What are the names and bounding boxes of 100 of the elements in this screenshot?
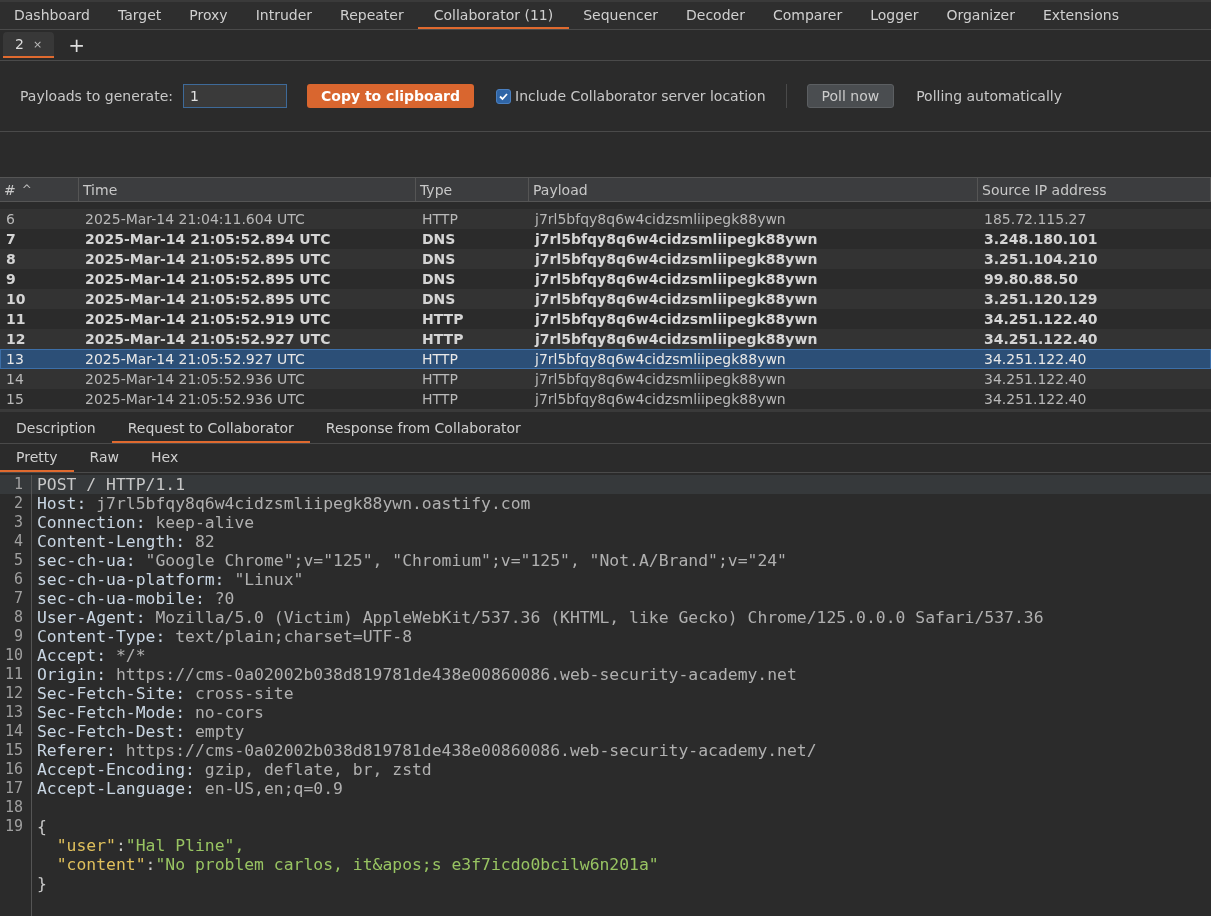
interaction-row[interactable]: 13 2025-Mar-14 21:05:52.927 UTC HTTP j7rl5bfqy8q6w4cidzsmliipegk88ywn 34.251.122.40 [0, 349, 1211, 369]
line-number: 8 [13, 608, 23, 627]
table-cell-text: 13 [5, 351, 25, 367]
table-cell-text: 12 [5, 331, 27, 347]
code-line: Host: j7rl5bfqy8q6w4cidzsmliipegk88ywn.oastify.com [36, 494, 531, 513]
session-tab[interactable]: 2 × [3, 32, 55, 58]
detail-tab[interactable]: Request to Collaborator [111, 415, 310, 443]
view-tab[interactable]: Raw [73, 444, 135, 472]
interaction-row[interactable]: 14 2025-Mar-14 21:05:52.936 UTC HTTP j7rl5bfqy8q6w4cidzsmliipegk88ywn 34.251.122.40 [0, 369, 1211, 389]
poll-now-button[interactable]: Poll now [806, 84, 895, 108]
view-tab[interactable]: Pretty [0, 444, 74, 472]
table-cell-text: HTTP [421, 391, 459, 407]
column-header[interactable]: Payload [529, 178, 978, 201]
main-tab[interactable]: Comparer [758, 2, 857, 29]
main-tab[interactable]: Dashboard [0, 2, 104, 29]
main-tab[interactable]: Target [103, 2, 176, 29]
main-tab[interactable]: Organizer [932, 2, 1029, 29]
line-number: 10 [4, 646, 23, 665]
line-number: 11 [4, 665, 23, 684]
line-number: 14 [4, 722, 23, 741]
table-cell-text: 34.251.122.40 [983, 391, 1088, 407]
table-cell-text: j7rl5bfqy8q6w4cidzsmliipegk88ywn [533, 351, 787, 367]
table-cell-text: HTTP [421, 211, 459, 227]
table-cell-text: 2025-Mar-14 21:05:52.895 UTC [84, 271, 332, 287]
line-number: 3 [13, 513, 23, 532]
column-header[interactable]: Type [416, 178, 529, 201]
code-line: Sec-Fetch-Mode: no-cors [36, 703, 264, 722]
interaction-row[interactable]: 8 2025-Mar-14 21:05:52.895 UTC DNS j7rl5bfqy8q6w4cidzsmliipegk88ywn 3.251.104.210 [0, 249, 1211, 269]
table-cell-text: 2025-Mar-14 21:05:52.894 UTC [84, 231, 332, 247]
main-tab[interactable]: Collaborator (11) [417, 2, 570, 29]
table-cell-text: 2025-Mar-14 21:05:52.919 UTC [84, 311, 332, 327]
column-title: Source IP address [982, 181, 1107, 198]
main-tab[interactable]: Decoder [672, 2, 759, 29]
table-cell-text: j7rl5bfqy8q6w4cidzsmliipegk88ywn [533, 331, 819, 347]
table-cell-text: DNS [421, 291, 457, 307]
code-line: Referer: https://cms-0a02002b038d819781de438e00860086.web-security-academy.net/ [36, 741, 817, 760]
table-cell-text: j7rl5bfqy8q6w4cidzsmliipegk88ywn [533, 211, 787, 227]
close-tab-button[interactable]: × [32, 37, 43, 51]
line-number: 6 [13, 570, 23, 589]
main-tab[interactable]: Extensions [1028, 2, 1133, 29]
column-header[interactable]: Source IP address [978, 178, 1211, 201]
column-title: # [4, 181, 16, 198]
code-line: Content-Length: 82 [36, 532, 215, 551]
table-cell-text: j7rl5bfqy8q6w4cidzsmliipegk88ywn [533, 391, 787, 407]
main-tab[interactable]: Logger [856, 2, 933, 29]
table-cell-text: 2025-Mar-14 21:04:11.604 UTC [84, 211, 306, 227]
table-cell-text: DNS [421, 271, 457, 287]
code-line: Sec-Fetch-Dest: empty [36, 722, 245, 741]
line-number: 18 [4, 798, 23, 817]
main-tab[interactable]: Sequencer [569, 2, 672, 29]
detail-tab[interactable]: Response from Collaborator [309, 415, 537, 443]
line-number: 15 [4, 741, 23, 760]
table-cell-text: 11 [5, 311, 27, 327]
line-number: 9 [13, 627, 23, 646]
column-header[interactable]: Time [79, 178, 416, 201]
code-line: "user":"Hal Pline", [55, 836, 245, 855]
code-line: Origin: https://cms-0a02002b038d819781de438e00860086.web-security-academy.net [36, 665, 797, 684]
table-cell-text: 185.72.115.27 [983, 211, 1088, 227]
table-cell-text: HTTP [421, 371, 459, 387]
code-line: } [36, 874, 47, 893]
line-number: 5 [13, 551, 23, 570]
line-number: 1 [13, 475, 23, 494]
table-cell-text: HTTP [421, 311, 465, 327]
line-number: 12 [4, 684, 23, 703]
code-line: { [36, 817, 47, 836]
column-title: Time [83, 181, 118, 198]
copy-to-clipboard-button[interactable]: Copy to clipboard [307, 84, 475, 108]
code-line: "content":"No problem carlos, it&apos;s e3f7icdo0bcilw6n201a" [55, 855, 659, 874]
table-cell-text: j7rl5bfqy8q6w4cidzsmliipegk88ywn [533, 291, 819, 307]
line-number: 2 [13, 494, 23, 513]
table-cell-text: 2025-Mar-14 21:05:52.895 UTC [84, 291, 332, 307]
code-line: Connection: keep-alive [36, 513, 255, 532]
interaction-row[interactable]: 6 2025-Mar-14 21:04:11.604 UTC HTTP j7rl5bfqy8q6w4cidzsmliipegk88ywn 185.72.115.27 [0, 209, 1211, 229]
polling-status: Polling automatically [916, 88, 1062, 104]
line-number: 16 [4, 760, 23, 779]
table-cell-text: 2025-Mar-14 21:05:52.895 UTC [84, 251, 332, 267]
code-line: Accept-Encoding: gzip, deflate, br, zstd [36, 760, 432, 779]
table-cell-text: HTTP [421, 331, 465, 347]
interaction-row[interactable]: 12 2025-Mar-14 21:05:52.927 UTC HTTP j7rl5bfqy8q6w4cidzsmliipegk88ywn 34.251.122.40 [0, 329, 1211, 349]
table-cell-text: DNS [421, 231, 457, 247]
add-tab-button[interactable]: + [62, 33, 91, 57]
code-line: sec-ch-ua: "Google Chrome";v="125", "Chromium";v="125", "Not.A/Brand";v="24" [36, 551, 787, 570]
detail-tab[interactable]: Description [0, 415, 112, 443]
table-cell-text: 34.251.122.40 [983, 331, 1099, 347]
table-cell-text: 3.251.120.129 [983, 291, 1099, 307]
main-tab[interactable]: Intruder [241, 2, 327, 29]
table-cell-text: 2025-Mar-14 21:05:52.927 UTC [84, 351, 306, 367]
table-cell-text: j7rl5bfqy8q6w4cidzsmliipegk88ywn [533, 371, 787, 387]
table-cell-text: DNS [421, 251, 457, 267]
interaction-row[interactable]: 10 2025-Mar-14 21:05:52.895 UTC DNS j7rl5bfqy8q6w4cidzsmliipegk88ywn 3.251.120.129 [0, 289, 1211, 309]
payloads-input[interactable]: 1 [183, 84, 287, 108]
column-header[interactable]: # ^ [0, 178, 79, 201]
main-tab[interactable]: Proxy [175, 2, 242, 29]
code-line: Content-Type: text/plain;charset=UTF-8 [36, 627, 412, 646]
table-cell-text: j7rl5bfqy8q6w4cidzsmliipegk88ywn [533, 231, 819, 247]
line-number: 13 [4, 703, 23, 722]
main-tab[interactable]: Repeater [326, 2, 418, 29]
view-tab[interactable]: Hex [135, 444, 195, 472]
table-cell-text: 8 [5, 251, 17, 267]
include-location-checkbox[interactable] [496, 88, 512, 104]
